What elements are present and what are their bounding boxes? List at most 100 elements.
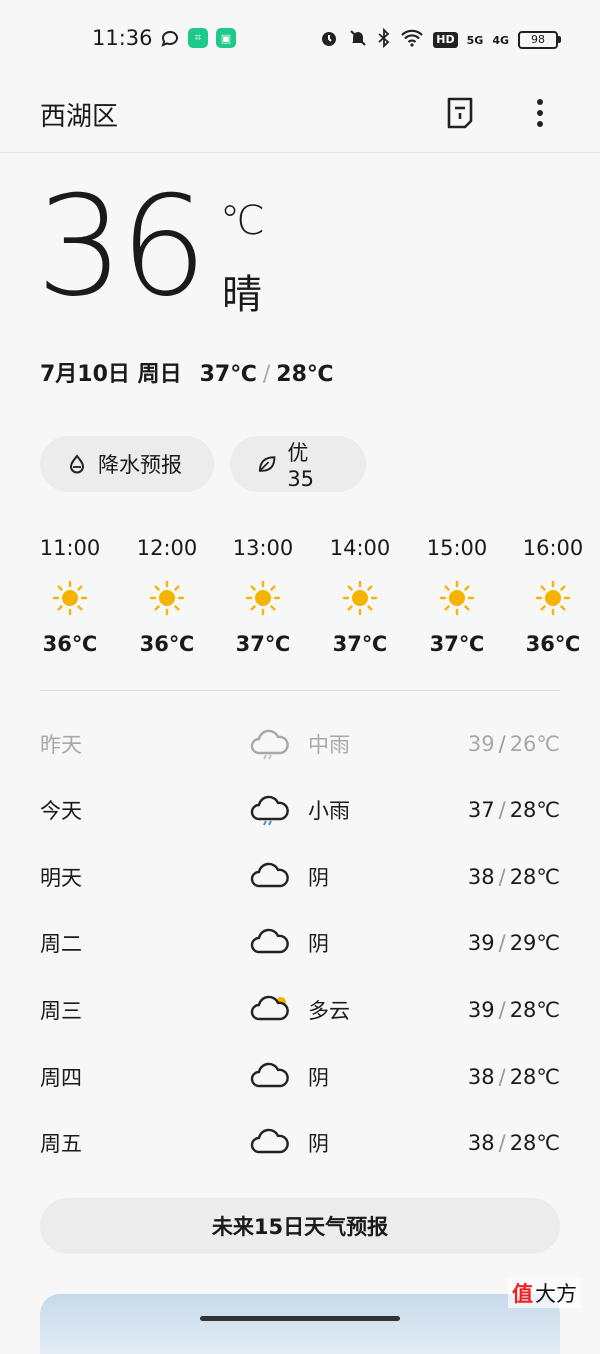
air-quality-button[interactable]: 优 35	[230, 436, 366, 492]
hour-temp: 37℃	[429, 632, 485, 656]
daily-row[interactable]: 今天 小雨 37/28℃	[40, 790, 560, 830]
day-low: 29℃	[509, 931, 560, 955]
day-condition: 多云	[308, 999, 350, 1023]
document-icon[interactable]	[446, 96, 474, 130]
rain-cloud-icon	[250, 724, 308, 764]
rain-cloud-icon	[250, 790, 308, 830]
hour-time: 11:00	[39, 536, 101, 560]
temp-separator: /	[498, 998, 506, 1022]
day-low: 28℃	[509, 865, 560, 889]
hourly-item: 11:00 36℃	[30, 536, 110, 656]
day-low: 28℃	[509, 1065, 560, 1089]
day-high: 38	[467, 1065, 495, 1089]
cloud-icon	[250, 1057, 308, 1097]
wifi-icon	[400, 29, 424, 51]
hour-time: 13:00	[232, 536, 294, 560]
hourly-item: 13:00 37℃	[223, 536, 303, 656]
temp-separator: /	[498, 1131, 506, 1155]
more-vertical-icon[interactable]	[532, 98, 548, 128]
silent-bell-icon	[348, 28, 368, 52]
sun-icon	[149, 580, 185, 616]
signal-4g-icon: 4G	[492, 33, 509, 47]
15-day-forecast-button[interactable]: 未来15日天气预报	[40, 1198, 560, 1254]
day-high: 39	[467, 998, 495, 1022]
raindrop-icon	[69, 454, 85, 474]
home-indicator[interactable]	[200, 1316, 400, 1321]
bluetooth-icon	[377, 27, 391, 52]
message-app-icon: ▣	[216, 28, 236, 48]
day-high: 39	[467, 732, 495, 756]
day-name: 昨天	[40, 733, 82, 757]
daily-row[interactable]: 明天 阴 38/28℃	[40, 857, 560, 897]
hour-time: 16:00	[522, 536, 584, 560]
day-temp-range: 38/28℃	[468, 1065, 560, 1089]
cloud-icon	[250, 857, 308, 897]
hourly-item: 12:00 36℃	[127, 536, 207, 656]
day-name: 周五	[40, 1132, 82, 1156]
hd-voice-badge: HD	[433, 32, 458, 48]
hourly-item: 15:00 37℃	[417, 536, 497, 656]
precipitation-forecast-button[interactable]: 降水预报	[40, 436, 214, 492]
day-low: 28℃	[509, 798, 560, 822]
status-time: 11:36	[92, 26, 153, 50]
leaf-icon	[258, 456, 276, 472]
day-name: 周三	[40, 999, 82, 1023]
day-condition: 阴	[308, 932, 329, 956]
day-condition: 阴	[308, 866, 329, 890]
daily-row[interactable]: 昨天 中雨 39/26℃	[40, 724, 560, 764]
current-temperature: 36	[36, 166, 208, 327]
hour-time: 14:00	[329, 536, 391, 560]
day-condition: 小雨	[308, 799, 350, 823]
app-notification-icon: ⌗	[188, 28, 208, 48]
watermark-badge: 值	[512, 1282, 533, 1306]
date-range-line: 7月10日 周日 37℃/28℃	[40, 356, 334, 388]
sun-icon	[342, 580, 378, 616]
hour-temp: 37℃	[332, 632, 388, 656]
daily-row[interactable]: 周二 阴 39/29℃	[40, 923, 560, 963]
day-high: 39	[467, 931, 495, 955]
day-high: 38	[467, 865, 495, 889]
sun-icon	[439, 580, 475, 616]
temp-separator: /	[262, 362, 271, 387]
day-name: 周四	[40, 1066, 82, 1090]
daily-row[interactable]: 周四 阴 38/28℃	[40, 1057, 560, 1097]
status-notification-icons: ⌗ ▣	[160, 28, 236, 52]
daily-row[interactable]: 周三 多云 39/28℃	[40, 990, 560, 1030]
current-date: 7月10日 周日	[40, 362, 182, 387]
day-condition: 中雨	[308, 733, 350, 757]
temp-separator: /	[498, 732, 506, 756]
hour-time: 15:00	[426, 536, 488, 560]
sun-icon	[245, 580, 281, 616]
aqi-label: 优 35	[287, 441, 315, 491]
day-condition: 阴	[308, 1132, 329, 1156]
sun-icon	[535, 580, 571, 616]
day-name: 明天	[40, 866, 82, 890]
day-high: 37	[467, 798, 495, 822]
high-low: 37℃/28℃	[200, 362, 334, 387]
day-temp-range: 37/28℃	[468, 798, 560, 822]
temp-separator: /	[498, 865, 506, 889]
day-name: 今天	[40, 799, 82, 823]
weather-card-preview[interactable]	[40, 1294, 560, 1354]
cloud-icon	[250, 1123, 308, 1163]
location-title[interactable]: 西湖区	[40, 96, 118, 133]
watermark-text: 大方	[535, 1282, 577, 1306]
cloud-icon	[250, 923, 308, 963]
header-divider	[0, 152, 600, 153]
watermark: 值 大方	[508, 1278, 581, 1308]
temp-separator: /	[498, 798, 506, 822]
day-temp-range: 39/29℃	[468, 931, 560, 955]
day-condition: 阴	[308, 1066, 329, 1090]
day-temp-range: 39/28℃	[468, 998, 560, 1022]
hour-time: 12:00	[136, 536, 198, 560]
day-temp-range: 39/26℃	[468, 732, 560, 756]
hourly-item: 14:00 37℃	[320, 536, 400, 656]
battery-icon: 98	[518, 31, 561, 49]
signal-5g-icon: 5G	[466, 33, 484, 47]
day-low: 28℃	[509, 998, 560, 1022]
alarm-icon	[319, 28, 339, 52]
hour-temp: 36℃	[42, 632, 98, 656]
daily-row[interactable]: 周五 阴 38/28℃	[40, 1123, 560, 1163]
chat-bubble-icon	[160, 28, 180, 52]
high-temp: 37℃	[199, 362, 257, 387]
